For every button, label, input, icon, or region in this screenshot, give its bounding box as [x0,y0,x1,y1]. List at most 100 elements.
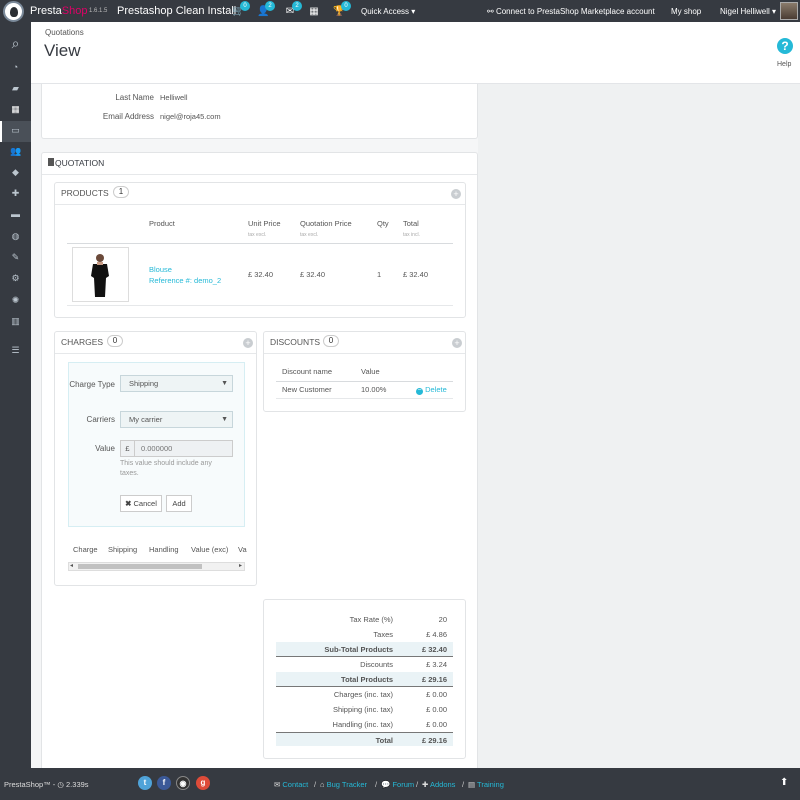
col-charge: Charge [73,545,98,554]
customer-panel: Last Name Helliwell Email Address nigel@… [41,84,478,139]
footer-link-contact[interactable]: ✉ Contact [274,780,308,789]
delete-discount-button[interactable]: − Delete [416,385,447,395]
comments-icon: 💬 [381,780,391,789]
my-shop-link[interactable]: My shop [671,7,701,16]
scrollbar-thumb[interactable] [78,564,202,569]
cart-icon[interactable]: 🛒 0 [232,1,250,18]
dashboard-icon[interactable]: ◔ [10,63,21,72]
customers-badge: 2 [265,1,275,11]
google-plus-icon[interactable]: g [196,776,210,790]
add-button[interactable]: Add [166,495,192,512]
divider [55,204,465,205]
carriers-value: My carrier [129,415,163,424]
charge-type-select[interactable]: Shipping ▼ [120,375,233,392]
load-time: 2.339s [66,780,89,789]
forum-label: Forum [392,780,415,789]
chevron-down-icon: ▼ [221,380,228,387]
globe-icon[interactable]: ◍ [10,232,21,241]
credit-card-icon[interactable]: ▭ [10,126,21,135]
scroll-left-icon[interactable]: ◂ [70,563,73,570]
summary-label: Sub-Total Products [324,645,393,654]
product-reference[interactable]: Reference #: demo_2 [149,276,221,285]
book-icon: ▤ [468,780,476,789]
quotation-title: QUOTATION [55,158,105,168]
summary-value: £ 29.16 [421,675,447,684]
divider [276,686,453,687]
minus-circle-icon: − [416,387,423,395]
search-icon[interactable]: ⌕ [10,36,21,50]
wrench-icon[interactable]: ✎ [10,253,21,262]
menu-collapse-icon[interactable]: ☰ [10,346,21,355]
brand[interactable]: PrestaShop [30,5,88,17]
summary-value: £ 0.00 [426,720,447,729]
home-icon: ⌂ [320,780,325,789]
breadcrumb[interactable]: Quotations [45,28,84,37]
footer-link-bug-tracker[interactable]: ⌂ Bug Tracker [320,780,367,789]
value-input[interactable] [136,441,232,456]
help-icon[interactable]: ? [777,38,793,54]
quick-access-menu[interactable]: Quick Access ▾ [361,7,415,16]
orders-badge: 0 [240,1,250,11]
caret-down-icon: ▾ [411,7,416,16]
page-header: Quotations View ? Help [31,22,800,84]
avatar[interactable] [780,2,798,20]
footer-link-forum[interactable]: 💬 Forum [381,780,414,789]
summary-label: Total [375,736,393,745]
last-name-value: Helliwell [160,93,188,102]
summary-label: Shipping (inc. tax) [332,705,393,714]
trophy-icon[interactable]: 🏆 0 [333,1,351,18]
connect-marketplace-link[interactable]: ⚯ Connect to PrestaShop Marketplace acco… [487,7,655,16]
store-name[interactable]: Prestashop Clean Install [117,5,236,17]
value-input-group: £ [120,440,233,457]
tags-icon[interactable]: ◆ [10,168,21,177]
col-value-exc: Value (exc) [191,545,229,554]
add-discount-icon[interactable]: + [452,338,462,348]
quotations-icon[interactable]: ▦ [10,105,21,114]
catalog-icon[interactable]: ▰ [10,84,21,93]
last-name-label: Last Name [115,93,154,102]
add-product-icon[interactable]: + [451,189,461,199]
envelope-icon[interactable]: ✉ 2 [284,1,302,18]
separator: / [462,780,465,789]
footer-link-addons[interactable]: ✚ Addons [422,780,455,789]
prestashop-logo-icon[interactable] [3,1,24,22]
cancel-button[interactable]: ✖ Cancel [120,495,162,512]
charge-type-value: Shipping [129,379,159,388]
product-name-link[interactable]: Blouse [149,265,172,274]
github-icon[interactable]: ◉ [176,776,190,790]
help-label[interactable]: Help [777,61,791,68]
footer-link-training[interactable]: ▤ Training [468,780,504,789]
carriers-select[interactable]: My carrier ▼ [120,411,233,428]
summary-label: Discounts [360,660,393,669]
calculator-icon[interactable]: ▦ [308,6,320,18]
messages-badge: 2 [292,1,302,11]
add-charge-icon[interactable]: + [243,338,253,348]
currency-addon: £ [121,441,135,456]
stats-icon[interactable]: ▥ [10,317,21,326]
scroll-top-icon[interactable]: ⬆ [780,777,788,788]
cogs-icon[interactable]: ⚙ [10,274,21,283]
scroll-right-icon[interactable]: ▸ [239,563,242,570]
horizontal-scrollbar[interactable]: ◂ ▸ [68,562,245,571]
col-quotation-price: Quotation Price [300,219,352,228]
clock-icon: ◷ [57,780,64,789]
customer-icon[interactable]: 👤 2 [257,1,275,18]
puzzle-icon[interactable]: ✚ [10,189,21,198]
summary-value: £ 0.00 [426,690,447,699]
customers-icon[interactable]: 👥 [10,147,21,156]
truck-icon[interactable]: ▬ [10,210,21,219]
sidebar: ⌕ ◔ ▰ ▦ ▭ 👥 ◆ ✚ ▬ ◍ ✎ ⚙ ✺ ▥ ☰ [0,22,31,768]
divider [55,353,256,354]
col-total-sub: tax incl. [403,232,420,238]
gear-icon[interactable]: ✺ [10,296,21,305]
col-product: Product [149,219,175,228]
close-icon: ✖ [125,499,132,508]
twitter-icon[interactable]: t [138,776,152,790]
user-menu[interactable]: Nigel Helliwell ▾ [720,7,776,16]
chevron-down-icon: ▼ [221,416,228,423]
col-quotation-price-sub: tax excl. [300,232,319,238]
facebook-icon[interactable]: f [157,776,171,790]
quotation-price: £ 32.40 [300,270,326,279]
product-thumbnail[interactable] [72,247,129,302]
summary-label: Tax Rate (%) [349,615,393,624]
